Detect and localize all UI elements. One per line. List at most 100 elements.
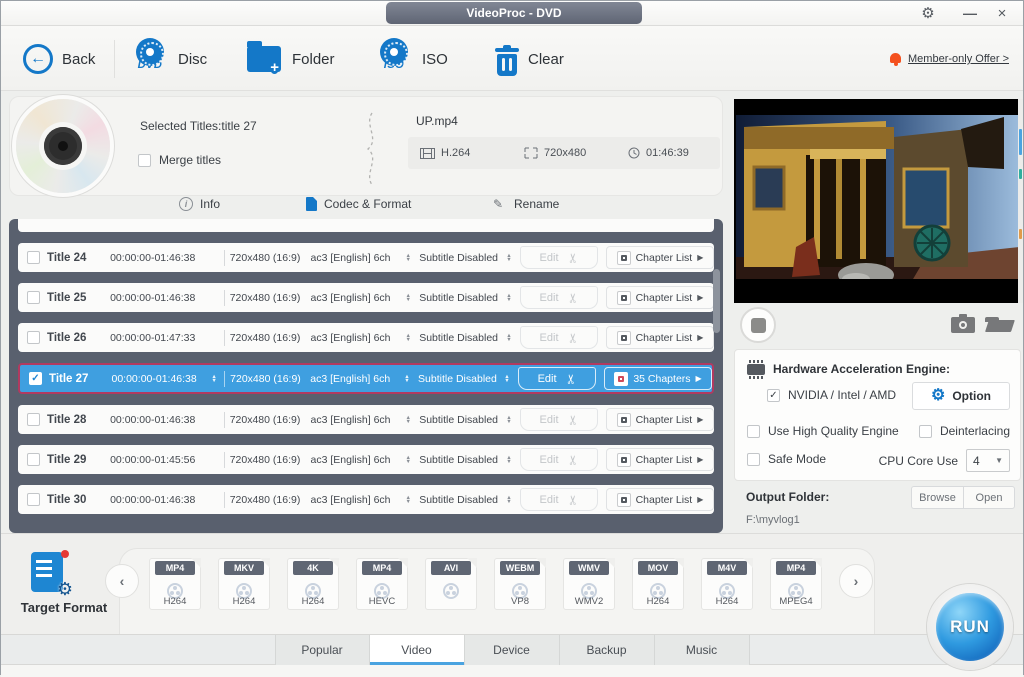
audio-spinner-icon[interactable]: ▲▼: [403, 334, 413, 342]
title-checkbox[interactable]: ✓: [27, 493, 40, 506]
chapter-list-button[interactable]: Chapter List ▶: [606, 448, 714, 471]
open-button[interactable]: Open: [963, 486, 1015, 509]
audio-spinner-icon[interactable]: ▲▼: [403, 416, 413, 424]
category-tab[interactable]: Video: [370, 635, 465, 665]
title-row[interactable]: ✓ Title 25 00:00:00-01:46:38 ▲▼ 720x480 …: [18, 283, 714, 312]
audio-select[interactable]: ac3 [English] 6ch: [311, 454, 404, 466]
deinterlacing-checkbox[interactable]: ✓: [919, 425, 932, 438]
edit-button[interactable]: Edit ✂: [518, 367, 596, 390]
folder-button[interactable]: Folder: [245, 38, 335, 80]
audio-select[interactable]: ac3 [English] 6ch: [311, 252, 404, 264]
subtitle-spinner-icon[interactable]: ▲▼: [504, 334, 514, 342]
subtitle-select[interactable]: Subtitle Disabled: [418, 373, 502, 385]
subtitle-spinner-icon[interactable]: ▲▼: [504, 254, 514, 262]
scroll-left-button[interactable]: ‹: [105, 564, 139, 598]
edit-button[interactable]: Edit ✂: [520, 448, 598, 471]
high-quality-checkbox[interactable]: ✓: [747, 425, 760, 438]
category-tab[interactable]: Device: [465, 635, 560, 665]
category-tab[interactable]: Popular: [275, 635, 370, 665]
title-row[interactable]: ✓ Title 24 00:00:00-01:46:38 ▲▼ 720x480 …: [18, 243, 714, 272]
scissors-icon[interactable]: ✂: [565, 454, 581, 465]
format-card[interactable]: MP4 H264: [149, 558, 201, 610]
title-row[interactable]: ✓ Title 28 00:00:00-01:46:38 ▲▼ 720x480 …: [18, 405, 714, 434]
audio-select[interactable]: ac3 [English] 6ch: [311, 414, 404, 426]
merge-titles-checkbox[interactable]: ✓ Merge titles: [138, 153, 221, 167]
format-card[interactable]: AVI: [425, 558, 477, 610]
safe-mode-checkbox-row[interactable]: ✓ Safe Mode: [747, 452, 826, 466]
format-card[interactable]: MP4 MPEG4: [770, 558, 822, 610]
scroll-right-button[interactable]: ›: [839, 564, 873, 598]
gpu-checkbox-row[interactable]: ✓ NVIDIA / Intel / AMD: [767, 388, 896, 402]
edit-button[interactable]: Edit ✂: [520, 246, 598, 269]
title-checkbox[interactable]: ✓: [29, 372, 42, 385]
category-tab[interactable]: Backup: [560, 635, 655, 665]
edit-button[interactable]: Edit ✂: [520, 326, 598, 349]
chapter-list-button[interactable]: Chapter List ▶: [606, 408, 714, 431]
iso-button[interactable]: ISO ISO: [375, 38, 448, 80]
back-button[interactable]: ← Back: [23, 38, 95, 80]
chapter-list-button[interactable]: Chapter List ▶: [606, 488, 714, 511]
audio-spinner-icon[interactable]: ▲▼: [403, 294, 413, 302]
tab-rename[interactable]: ✎ Rename: [493, 197, 559, 211]
title-checkbox[interactable]: ✓: [27, 453, 40, 466]
edit-button[interactable]: Edit ✂: [520, 488, 598, 511]
audio-spinner-icon[interactable]: ▲▼: [403, 496, 413, 504]
settings-gear-icon[interactable]: ⚙: [915, 3, 941, 23]
category-tab[interactable]: Music: [655, 635, 750, 665]
snapshot-camera-icon[interactable]: [951, 317, 975, 333]
gpu-checkbox[interactable]: ✓: [767, 389, 780, 402]
clear-button[interactable]: Clear: [495, 38, 564, 80]
audio-select[interactable]: ac3 [English] 6ch: [310, 373, 402, 385]
high-quality-checkbox-row[interactable]: ✓ Use High Quality Engine: [747, 424, 899, 438]
title-row[interactable]: ✓ Title 26 00:00:00-01:47:33 ▲▼ 720x480 …: [18, 323, 714, 352]
audio-spinner-icon[interactable]: ▲▼: [403, 254, 413, 262]
subtitle-select[interactable]: Subtitle Disabled: [419, 454, 504, 466]
edit-button[interactable]: Edit ✂: [520, 286, 598, 309]
format-card[interactable]: M4V H264: [701, 558, 753, 610]
subtitle-select[interactable]: Subtitle Disabled: [419, 332, 504, 344]
title-checkbox[interactable]: ✓: [27, 251, 40, 264]
close-button[interactable]: ×: [989, 3, 1015, 23]
subtitle-select[interactable]: Subtitle Disabled: [419, 292, 504, 304]
disc-button[interactable]: DVD Disc: [131, 38, 207, 80]
run-button[interactable]: RUN: [927, 584, 1013, 670]
tab-codec-format[interactable]: Codec & Format: [306, 197, 411, 211]
subtitle-spinner-icon[interactable]: ▲▼: [504, 416, 514, 424]
member-offer-link[interactable]: Member-only Offer >: [889, 52, 1009, 66]
scissors-icon[interactable]: ✂: [563, 373, 579, 384]
stop-button[interactable]: [740, 307, 776, 343]
format-card[interactable]: MKV H264: [218, 558, 270, 610]
subtitle-select[interactable]: Subtitle Disabled: [419, 252, 504, 264]
deinterlacing-checkbox-row[interactable]: ✓ Deinterlacing: [919, 424, 1010, 438]
title-checkbox[interactable]: ✓: [27, 413, 40, 426]
scissors-icon[interactable]: ✂: [565, 292, 581, 303]
title-checkbox[interactable]: ✓: [27, 291, 40, 304]
video-preview[interactable]: [734, 99, 1021, 303]
scissors-icon[interactable]: ✂: [565, 414, 581, 425]
subtitle-spinner-icon[interactable]: ▲▼: [504, 294, 514, 302]
format-card[interactable]: WEBM VP8: [494, 558, 546, 610]
audio-select[interactable]: ac3 [English] 6ch: [311, 494, 404, 506]
audio-select[interactable]: ac3 [English] 6ch: [311, 332, 404, 344]
chapter-list-button[interactable]: Chapter List ▶: [606, 246, 714, 269]
list-scrollbar[interactable]: [713, 269, 720, 333]
chapter-list-button[interactable]: Chapter List ▶: [606, 286, 714, 309]
tab-info[interactable]: i Info: [179, 197, 220, 211]
time-spinner-icon[interactable]: ▲▼: [209, 375, 219, 383]
audio-spinner-icon[interactable]: ▲▼: [402, 375, 412, 383]
format-card[interactable]: MOV H264: [632, 558, 684, 610]
audio-select[interactable]: ac3 [English] 6ch: [311, 292, 404, 304]
subtitle-spinner-icon[interactable]: ▲▼: [504, 456, 514, 464]
open-folder-icon[interactable]: [985, 317, 1013, 333]
scissors-icon[interactable]: ✂: [565, 494, 581, 505]
safe-mode-checkbox[interactable]: ✓: [747, 453, 760, 466]
audio-spinner-icon[interactable]: ▲▼: [403, 456, 413, 464]
cpu-core-select[interactable]: 4▼: [966, 449, 1010, 472]
subtitle-select[interactable]: Subtitle Disabled: [419, 494, 504, 506]
format-card[interactable]: WMV WMV2: [563, 558, 615, 610]
scissors-icon[interactable]: ✂: [565, 332, 581, 343]
option-button[interactable]: ⚙ Option: [912, 382, 1010, 410]
format-card[interactable]: MP4 HEVC: [356, 558, 408, 610]
edit-button[interactable]: Edit ✂: [520, 408, 598, 431]
browse-button[interactable]: Browse: [911, 486, 963, 509]
